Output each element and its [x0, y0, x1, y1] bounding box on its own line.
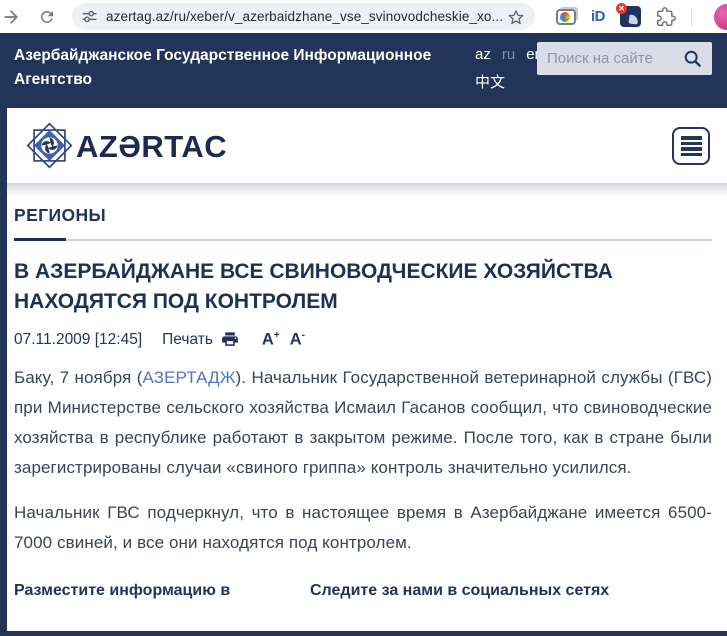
lang-zh[interactable]: 中文 [475, 71, 505, 92]
browser-toolbar: azertag.az/ru/xeber/v_azerbaidzhane_vse_… [0, 0, 727, 33]
lang-ru[interactable]: ru [502, 46, 515, 63]
browser-window: azertag.az/ru/xeber/v_azerbaidzhane_vse_… [0, 0, 727, 636]
article-page: РЕГИОНЫ В АЗЕРБАЙДЖАНЕ ВСЕ СВИНОВОДЧЕСКИ… [14, 196, 712, 600]
print-button[interactable]: Печать [162, 330, 240, 349]
puzzle-extensions-icon[interactable] [656, 7, 676, 27]
extension-error-badge: ✕ [616, 3, 627, 14]
header-shadow [0, 183, 727, 196]
reload-button[interactable] [36, 6, 58, 28]
font-decrease-button[interactable]: A- [290, 330, 305, 350]
dark-extension-icon[interactable]: ✕ [620, 6, 641, 27]
font-increase-button[interactable]: A+ [262, 330, 280, 350]
id-extension-icon[interactable]: iD [591, 8, 605, 25]
share-heading: Разместите информацию в [14, 582, 310, 600]
profile-avatar[interactable] [714, 4, 727, 30]
lang-az[interactable]: az [475, 46, 491, 63]
article-paragraph-1: Баку, 7 ноября (АЗЕРТАДЖ). Начальник Гос… [14, 363, 712, 483]
site-settings-tune-icon[interactable] [81, 8, 98, 25]
font-size-controls: A+ A- [262, 330, 305, 350]
print-label: Печать [162, 331, 213, 349]
article-paragraph-2: Начальник ГВС подчеркнул, что в настояще… [14, 498, 712, 558]
url-text[interactable]: azertag.az/ru/xeber/v_azerbaidzhane_vse_… [106, 9, 506, 24]
site-search [537, 42, 712, 75]
azertac-emblem-icon[interactable] [22, 118, 77, 173]
arrow-right-icon [1, 7, 21, 27]
toolbar-divider [691, 8, 692, 26]
printer-icon [220, 330, 240, 349]
extensions-area: iD ✕ [556, 0, 692, 33]
language-switcher: az ru en [475, 46, 543, 63]
section-link-regions[interactable]: РЕГИОНЫ [14, 205, 712, 226]
hamburger-menu-button[interactable] [672, 127, 710, 165]
photos-extension-icon[interactable] [556, 9, 576, 25]
article-title: В АЗЕРБАЙДЖАНЕ ВСЕ СВИНОВОДЧЕСКИЕ ХОЗЯЙС… [14, 257, 669, 317]
brand-logo-text[interactable]: AZƏRTAC [76, 129, 227, 165]
site-search-input[interactable] [547, 50, 681, 67]
bottom-edge-strip [0, 631, 727, 636]
left-edge-strip [0, 108, 7, 636]
article-meta: 07.11.2009 [12:45] Печать A+ A- [14, 330, 712, 350]
forward-button[interactable] [0, 6, 22, 28]
article-footer: Разместите информацию в Следите за нами … [14, 582, 712, 600]
hamburger-icon [681, 136, 702, 140]
azertadj-link[interactable]: АЗЕРТАДЖ [142, 368, 235, 387]
agency-name: Азербайджанское Государственное Информац… [14, 44, 464, 92]
article-date: 07.11.2009 [12:45] [14, 331, 142, 349]
search-icon [683, 49, 702, 68]
site-header: Азербайджанское Государственное Информац… [0, 33, 727, 108]
star-icon [507, 8, 525, 26]
address-bar[interactable]: azertag.az/ru/xeber/v_azerbaidzhane_vse_… [72, 3, 535, 30]
rainbow-lens-icon [560, 12, 570, 22]
reload-icon [38, 8, 56, 26]
bookmark-button[interactable] [506, 7, 526, 27]
extension-glyph-icon [628, 14, 638, 24]
logo-bar: AZƏRTAC [0, 108, 727, 183]
search-submit-button[interactable] [681, 48, 703, 70]
follow-heading: Следите за нами в социальных сетях [310, 582, 609, 600]
section-divider [14, 238, 712, 241]
